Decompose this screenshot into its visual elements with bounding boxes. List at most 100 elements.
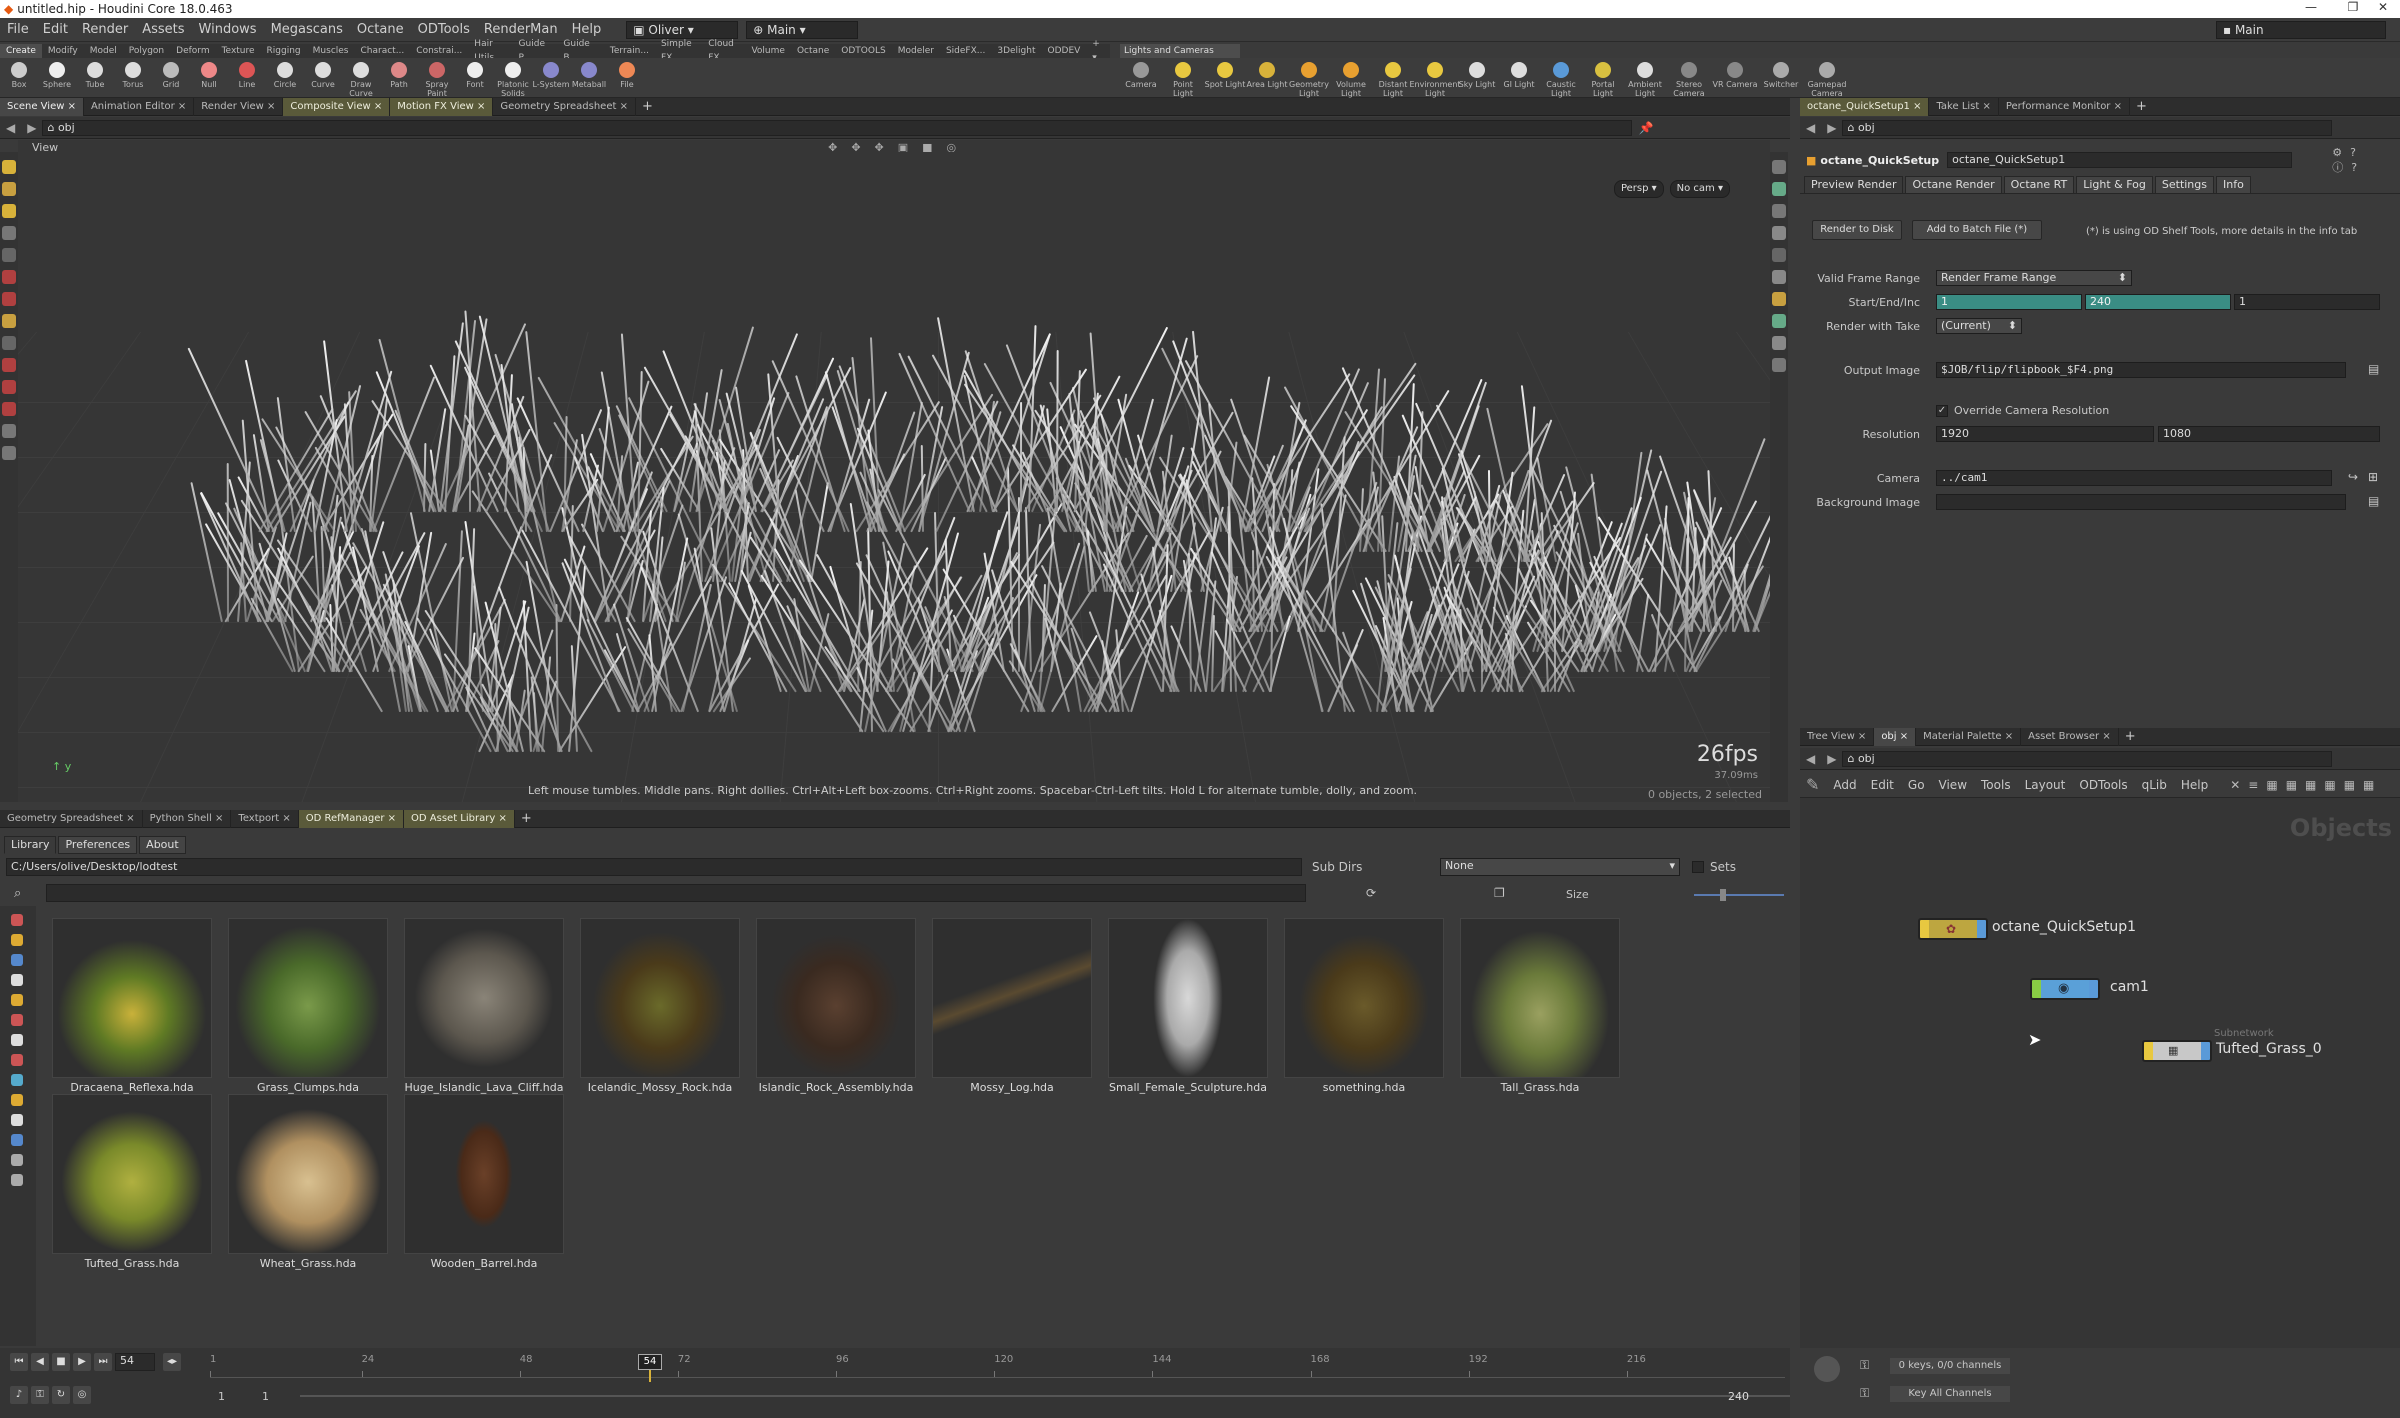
param-path-field[interactable]: ⌂ obj bbox=[1842, 119, 2333, 136]
shelf-tab-rigging[interactable]: Rigging bbox=[261, 44, 307, 58]
loop-icon[interactable]: ↻ bbox=[52, 1386, 70, 1404]
light-tool-area-light[interactable]: Area Light bbox=[1246, 58, 1288, 98]
asset-item[interactable]: Small_Female_Sculpture.hda bbox=[1108, 918, 1268, 1094]
audio-icon[interactable]: ♪ bbox=[10, 1386, 28, 1404]
asset-item[interactable]: something.hda bbox=[1284, 918, 1444, 1094]
tool-font[interactable]: Font bbox=[456, 58, 494, 98]
menu-octane[interactable]: Octane bbox=[350, 18, 411, 42]
library-side-icon-12[interactable] bbox=[11, 1154, 23, 1166]
display-options-icon[interactable] bbox=[1772, 160, 1786, 174]
network-menu-add[interactable]: Add bbox=[1833, 778, 1856, 792]
asset-item[interactable]: Icelandic_Mossy_Rock.hda bbox=[580, 918, 740, 1094]
light-tool-volume-light[interactable]: Volume Light bbox=[1330, 58, 1372, 98]
library-path-field[interactable]: C:/Users/olive/Desktop/lodtest bbox=[6, 858, 1302, 876]
step-back-icon[interactable]: ◀ bbox=[31, 1353, 49, 1371]
start-frame-field[interactable]: 1 bbox=[1936, 294, 2082, 310]
light-tool-spot-light[interactable]: Spot Light bbox=[1204, 58, 1246, 98]
sets-checkbox[interactable] bbox=[1692, 861, 1704, 873]
timeline-ruler[interactable]: 1 24 48 72 96 120 144 168 192 216 bbox=[210, 1354, 1785, 1378]
camera-jump-icon[interactable]: ↪ bbox=[2348, 470, 2358, 484]
shelf-tab-volume[interactable]: Volume bbox=[745, 44, 790, 58]
size-slider-handle[interactable] bbox=[1720, 889, 1726, 901]
param-subtab-octane-rt[interactable]: Octane RT bbox=[2003, 176, 2075, 194]
library-side-icon-8[interactable] bbox=[11, 1074, 23, 1086]
filter-select[interactable]: None ▾ bbox=[1440, 858, 1680, 876]
light-tool-gi-light[interactable]: GI Light bbox=[1498, 58, 1540, 98]
scene-viewport[interactable]: Persp ▾ No cam ▾ 26fps 37.09ms Left mous… bbox=[18, 152, 1770, 802]
shelf-tab-texture[interactable]: Texture bbox=[216, 44, 261, 58]
library-side-icon-3[interactable] bbox=[11, 974, 23, 986]
go-to-start-icon[interactable]: ⏮ bbox=[10, 1353, 28, 1371]
viewport-tab-render-view[interactable]: Render View × bbox=[194, 97, 284, 116]
tool-file[interactable]: File bbox=[608, 58, 646, 98]
light-shelf-tab[interactable]: Lights and Cameras bbox=[1120, 44, 1240, 58]
range-end-field-2[interactable]: 240 bbox=[1728, 1390, 1749, 1403]
range-start-field-2[interactable]: 1 bbox=[262, 1390, 269, 1403]
shelf-tab-terrain[interactable]: Terrain... bbox=[604, 44, 655, 58]
key-all-channels-button[interactable]: Key All Channels bbox=[1890, 1386, 2010, 1402]
camera-tool-icon[interactable] bbox=[2, 446, 16, 460]
menu-odtools[interactable]: ODTools bbox=[411, 18, 477, 42]
library-side-icon-6[interactable] bbox=[11, 1034, 23, 1046]
shelf-tab-deform[interactable]: Deform bbox=[170, 44, 215, 58]
range-start-field[interactable]: 1 bbox=[218, 1390, 225, 1403]
asset-item[interactable]: Wooden_Barrel.hda bbox=[404, 1094, 564, 1270]
network-add-tab-icon[interactable]: + bbox=[2119, 729, 2142, 744]
shelf-tab-constrai[interactable]: Constrai... bbox=[410, 44, 468, 58]
param-subtab-light-fog[interactable]: Light & Fog bbox=[2076, 176, 2153, 194]
library-tab-textport[interactable]: Textport × bbox=[231, 809, 299, 828]
shelf-tab-modeler[interactable]: Modeler bbox=[892, 44, 940, 58]
tool-metaball[interactable]: Metaball bbox=[570, 58, 608, 98]
network-menu-tools[interactable]: Tools bbox=[1981, 778, 2011, 792]
tool-platonic-solids[interactable]: Platonic Solids bbox=[494, 58, 532, 98]
shelf-tab-create[interactable]: Create bbox=[0, 44, 42, 58]
desktop-selector[interactable]: ▣ Oliver ▾ bbox=[626, 20, 739, 39]
shelf-tab-modify[interactable]: Modify bbox=[42, 44, 84, 58]
desktop-label[interactable]: ▪ Main bbox=[2216, 20, 2386, 39]
light-tool-environment-light[interactable]: Environment Light bbox=[1409, 58, 1461, 98]
shelf-tab-charact[interactable]: Charact... bbox=[355, 44, 411, 58]
render-with-take-select[interactable]: (Current) ⬍ bbox=[1936, 318, 2022, 334]
param-subtab-octane-render[interactable]: Octane Render bbox=[1905, 176, 2002, 194]
menu-file[interactable]: File bbox=[0, 18, 36, 42]
realtime-icon[interactable]: ◎ bbox=[73, 1386, 91, 1404]
asset-thumbnail[interactable] bbox=[1284, 918, 1444, 1078]
tool-spray-paint[interactable]: Spray Paint bbox=[418, 58, 456, 98]
minimize-button[interactable]: — bbox=[2288, 0, 2334, 14]
shelf-tab-3delight[interactable]: 3Delight bbox=[991, 44, 1041, 58]
viewport-tab-scene-view[interactable]: Scene View × bbox=[0, 97, 84, 116]
library-side-icon-5[interactable] bbox=[11, 1014, 23, 1026]
library-subtab-about[interactable]: About bbox=[139, 836, 186, 854]
ghost-icon[interactable] bbox=[1772, 182, 1786, 196]
grid-icon[interactable] bbox=[1772, 358, 1786, 372]
override-checkbox[interactable]: ✓ bbox=[1936, 404, 1948, 417]
file-browse-icon[interactable]: ▤ bbox=[2368, 362, 2379, 376]
lock-camera-icon[interactable] bbox=[1772, 226, 1786, 240]
shelf-tab-polygon[interactable]: Polygon bbox=[123, 44, 170, 58]
tool-curve[interactable]: Curve bbox=[304, 58, 342, 98]
library-subtab-library[interactable]: Library bbox=[4, 836, 57, 854]
network-tab-material-palette[interactable]: Material Palette × bbox=[1916, 727, 2022, 746]
stop-icon[interactable]: ■ bbox=[52, 1353, 70, 1371]
render-to-disk-button[interactable]: Render to Disk bbox=[1812, 220, 1902, 240]
edit-icon[interactable] bbox=[2, 358, 16, 372]
network-menu-layout[interactable]: Layout bbox=[2025, 778, 2066, 792]
auto-key-icon[interactable] bbox=[1814, 1356, 1840, 1382]
param-forward-icon[interactable]: ▶ bbox=[1821, 121, 1842, 135]
add-to-batch-button[interactable]: Add to Batch File (*) bbox=[1912, 220, 2042, 240]
network-menu-view[interactable]: View bbox=[1939, 778, 1967, 792]
increment-field[interactable]: 1 bbox=[2234, 294, 2380, 310]
asset-thumbnail[interactable] bbox=[932, 918, 1092, 1078]
asset-item[interactable]: Dracaena_Reflexa.hda bbox=[52, 918, 212, 1094]
network-menu-edit[interactable]: Edit bbox=[1871, 778, 1894, 792]
network-menu-go[interactable]: Go bbox=[1908, 778, 1925, 792]
override-resolution-toggle[interactable]: ✓ Override Camera Resolution bbox=[1936, 404, 2109, 417]
network-tool-icon[interactable]: ✎ bbox=[1806, 775, 1819, 794]
param-header-icons[interactable]: ⚙?ⓘ? bbox=[2332, 146, 2394, 175]
asset-item[interactable]: Wheat_Grass.hda bbox=[228, 1094, 388, 1270]
play-icon[interactable]: ▶ bbox=[73, 1353, 91, 1371]
library-tab-od-asset-library[interactable]: OD Asset Library × bbox=[404, 809, 515, 828]
light-tool-portal-light[interactable]: Portal Light bbox=[1582, 58, 1624, 98]
menu-megascans[interactable]: Megascans bbox=[264, 18, 350, 42]
library-tab-geometry-spreadsheet[interactable]: Geometry Spreadsheet × bbox=[0, 809, 143, 828]
